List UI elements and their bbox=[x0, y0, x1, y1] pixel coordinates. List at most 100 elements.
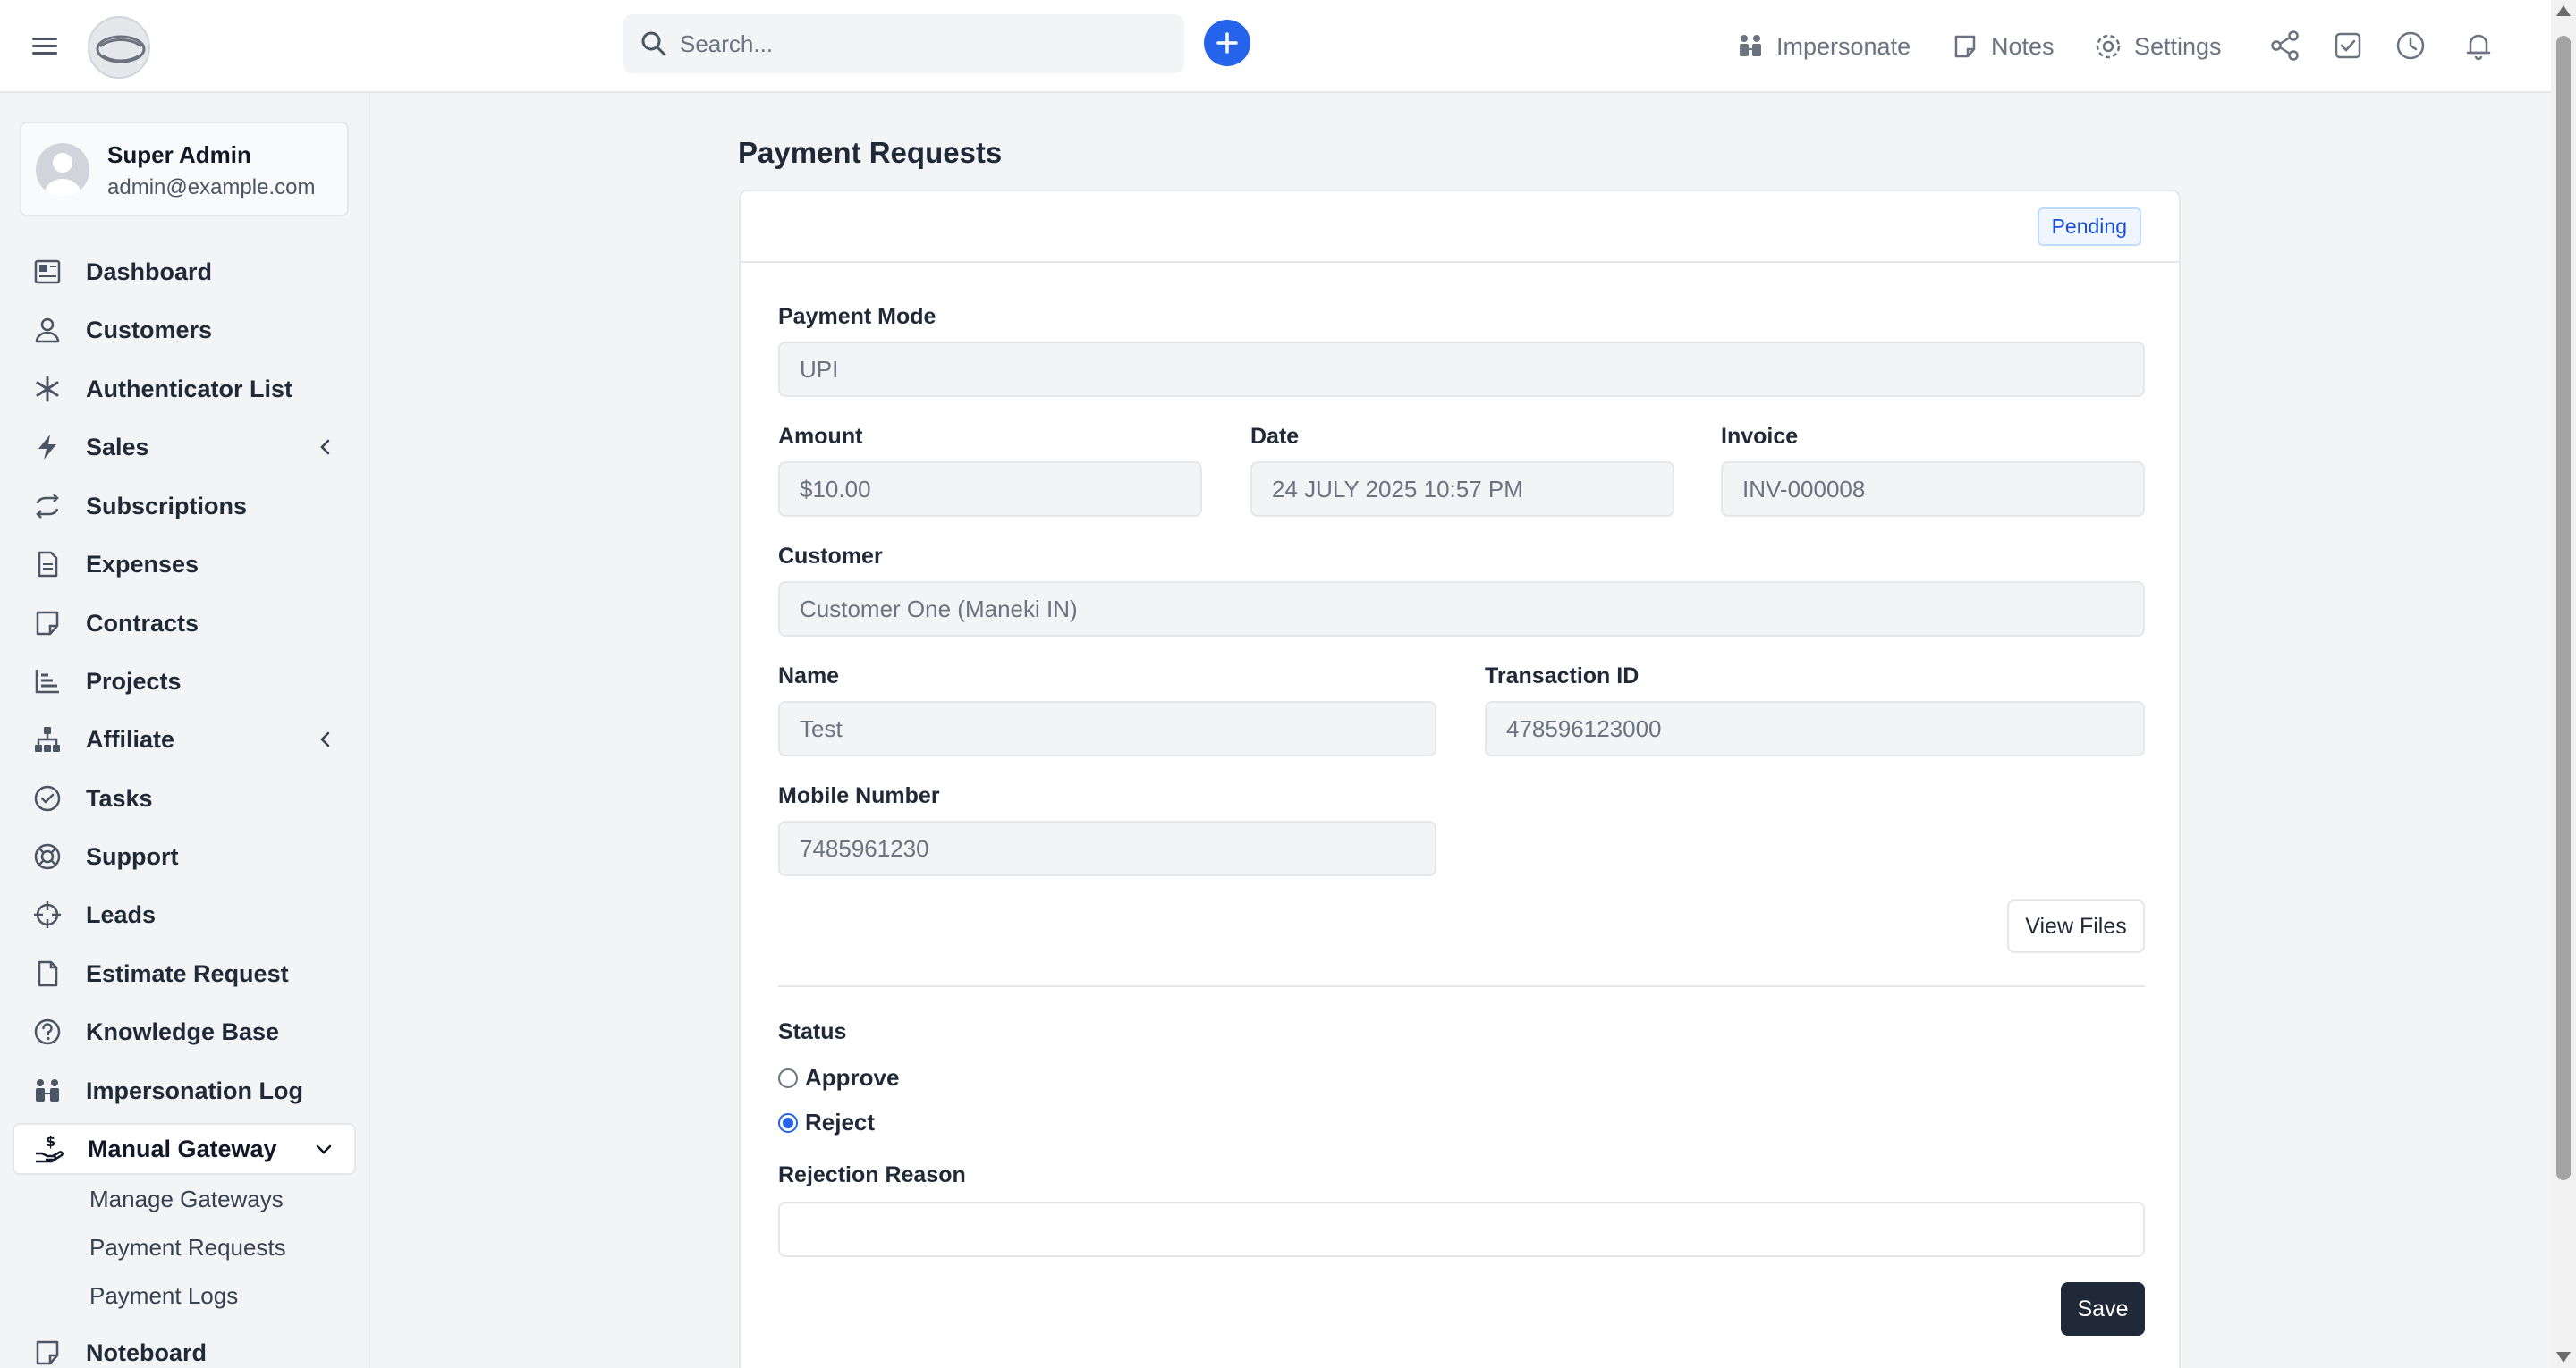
payment-request-card: Pending Payment Mode UPI Amount $10.00 D… bbox=[739, 190, 2181, 1368]
page-title: Payment Requests bbox=[738, 136, 1003, 169]
hamburger-menu-icon[interactable] bbox=[30, 32, 59, 59]
sidebar-item-sales[interactable]: Sales bbox=[13, 421, 356, 473]
payment-mode-field[interactable]: UPI bbox=[778, 342, 2145, 397]
user-icon bbox=[35, 317, 60, 343]
sidebar-subitem-payment-logs[interactable]: Payment Logs bbox=[89, 1282, 238, 1310]
sidebar-item-expenses[interactable]: Expenses bbox=[13, 538, 356, 590]
status-badge: Pending bbox=[2037, 207, 2141, 246]
date-label: Date bbox=[1250, 424, 1300, 449]
top-header: Impersonate Notes Settings bbox=[0, 0, 2551, 93]
section-divider bbox=[778, 985, 2145, 987]
gear-icon bbox=[2096, 34, 2121, 59]
settings-button[interactable]: Settings bbox=[2093, 27, 2222, 66]
vertical-scrollbar[interactable] bbox=[2551, 0, 2576, 1368]
impersonate-button[interactable]: Impersonate bbox=[1735, 27, 1911, 66]
search-input[interactable] bbox=[680, 17, 1184, 71]
sidebar-item-affiliate[interactable]: Affiliate bbox=[13, 714, 356, 765]
repeat-icon bbox=[36, 494, 59, 519]
date-field[interactable]: 24 JULY 2025 10:57 PM bbox=[1250, 461, 1674, 517]
sidebar-item-authenticator-list[interactable]: Authenticator List bbox=[13, 363, 356, 415]
name-field[interactable]: Test bbox=[778, 701, 1436, 756]
sidebar-item-label: Leads bbox=[86, 900, 157, 928]
scroll-up-arrow-icon[interactable] bbox=[2556, 5, 2571, 16]
chevron-left-icon bbox=[320, 731, 330, 747]
scrollbar-thumb[interactable] bbox=[2556, 36, 2571, 1180]
check-circle-icon bbox=[34, 785, 61, 812]
approve-radio-option[interactable]: Approve bbox=[778, 1064, 899, 1092]
sidebar-item-noteboard[interactable]: Noteboard bbox=[13, 1327, 356, 1368]
sidebar-item-projects[interactable]: Projects bbox=[13, 655, 356, 707]
user-email: admin@example.com bbox=[107, 175, 316, 199]
sidebar-item-support[interactable]: Support bbox=[13, 831, 356, 882]
sidebar-item-label: Sales bbox=[86, 433, 149, 460]
sidebar-item-knowledge-base[interactable]: Knowledge Base bbox=[13, 1006, 356, 1058]
sidebar-item-impersonation-log[interactable]: Impersonation Log bbox=[13, 1065, 356, 1117]
app-logo-icon[interactable] bbox=[88, 16, 150, 79]
chevron-left-icon bbox=[320, 439, 330, 455]
note-icon bbox=[36, 1340, 59, 1365]
payment-mode-label: Payment Mode bbox=[778, 304, 936, 329]
reject-label: Reject bbox=[805, 1109, 876, 1136]
sidebar-item-label: Authenticator List bbox=[86, 375, 293, 402]
transaction-id-field[interactable]: 478596123000 bbox=[1485, 701, 2145, 756]
rejection-reason-label: Rejection Reason bbox=[778, 1162, 966, 1187]
card-header: Pending bbox=[741, 191, 2179, 263]
reject-radio-option[interactable]: Reject bbox=[778, 1109, 875, 1136]
invoice-label: Invoice bbox=[1721, 424, 1799, 449]
file-icon bbox=[38, 960, 58, 987]
sidebar-item-label: Support bbox=[86, 842, 179, 870]
sidebar-item-dashboard[interactable]: Dashboard bbox=[13, 246, 356, 298]
sidebar: Super Admin admin@example.com Dashboard … bbox=[0, 93, 370, 1368]
search-icon bbox=[641, 31, 666, 56]
sidebar-item-estimate-request[interactable]: Estimate Request bbox=[13, 948, 356, 1000]
view-files-button[interactable]: View Files bbox=[2007, 899, 2145, 953]
bolt-icon bbox=[38, 435, 56, 460]
save-button[interactable]: Save bbox=[2061, 1282, 2145, 1336]
sidebar-subitem-manage-gateways[interactable]: Manage Gateways bbox=[89, 1186, 284, 1213]
sidebar-item-subscriptions[interactable]: Subscriptions bbox=[13, 480, 356, 532]
note-icon bbox=[36, 611, 59, 636]
checkbox-icon[interactable] bbox=[2331, 29, 2365, 63]
reject-radio[interactable] bbox=[778, 1112, 798, 1133]
amount-field[interactable]: $10.00 bbox=[778, 461, 1202, 517]
chevron-down-icon bbox=[316, 1144, 332, 1154]
sidebar-subitem-payment-requests[interactable]: Payment Requests bbox=[89, 1234, 286, 1262]
plus-icon bbox=[1216, 32, 1238, 54]
mobile-number-field[interactable]: 7485961230 bbox=[778, 821, 1436, 876]
invoice-field[interactable]: INV-000008 bbox=[1721, 461, 2145, 517]
customer-field[interactable]: Customer One (Maneki IN) bbox=[778, 581, 2145, 637]
approve-radio[interactable] bbox=[778, 1068, 798, 1088]
avatar bbox=[36, 143, 89, 197]
bell-icon[interactable] bbox=[2462, 29, 2496, 63]
sidebar-item-label: Customers bbox=[86, 316, 213, 343]
sidebar-item-tasks[interactable]: Tasks bbox=[13, 773, 356, 824]
crosshair-icon bbox=[34, 901, 61, 928]
sidebar-item-label: Knowledge Base bbox=[86, 1018, 280, 1045]
svg-text:$: $ bbox=[46, 1134, 55, 1150]
people-icon bbox=[36, 1079, 59, 1102]
sidebar-item-label: Manual Gateway bbox=[88, 1135, 277, 1162]
sidebar-item-label: Impersonation Log bbox=[86, 1077, 303, 1104]
sidebar-item-label: Tasks bbox=[86, 784, 153, 812]
quick-add-button[interactable] bbox=[1204, 20, 1250, 66]
status-label: Status bbox=[778, 1019, 847, 1044]
mobile-number-label: Mobile Number bbox=[778, 783, 940, 808]
share-icon[interactable] bbox=[2268, 29, 2302, 63]
approve-label: Approve bbox=[805, 1064, 900, 1091]
note-icon bbox=[1954, 35, 1976, 58]
notes-button[interactable]: Notes bbox=[1950, 27, 2055, 66]
user-profile-card[interactable]: Super Admin admin@example.com bbox=[20, 122, 349, 216]
scroll-down-arrow-icon[interactable] bbox=[2556, 1352, 2571, 1363]
sidebar-item-manual-gateway[interactable]: $ Manual Gateway bbox=[13, 1123, 356, 1175]
sidebar-item-contracts[interactable]: Contracts bbox=[13, 597, 356, 649]
sidebar-item-label: Estimate Request bbox=[86, 959, 289, 987]
sidebar-item-label: Expenses bbox=[86, 550, 199, 578]
clock-icon[interactable] bbox=[2394, 29, 2428, 63]
sidebar-item-label: Contracts bbox=[86, 609, 199, 637]
sidebar-item-customers[interactable]: Customers bbox=[13, 304, 356, 356]
customer-label: Customer bbox=[778, 544, 883, 569]
sidebar-item-label: Noteboard bbox=[86, 1338, 207, 1366]
name-label: Name bbox=[778, 663, 840, 688]
rejection-reason-input[interactable] bbox=[778, 1202, 2145, 1257]
sidebar-item-leads[interactable]: Leads bbox=[13, 889, 356, 941]
